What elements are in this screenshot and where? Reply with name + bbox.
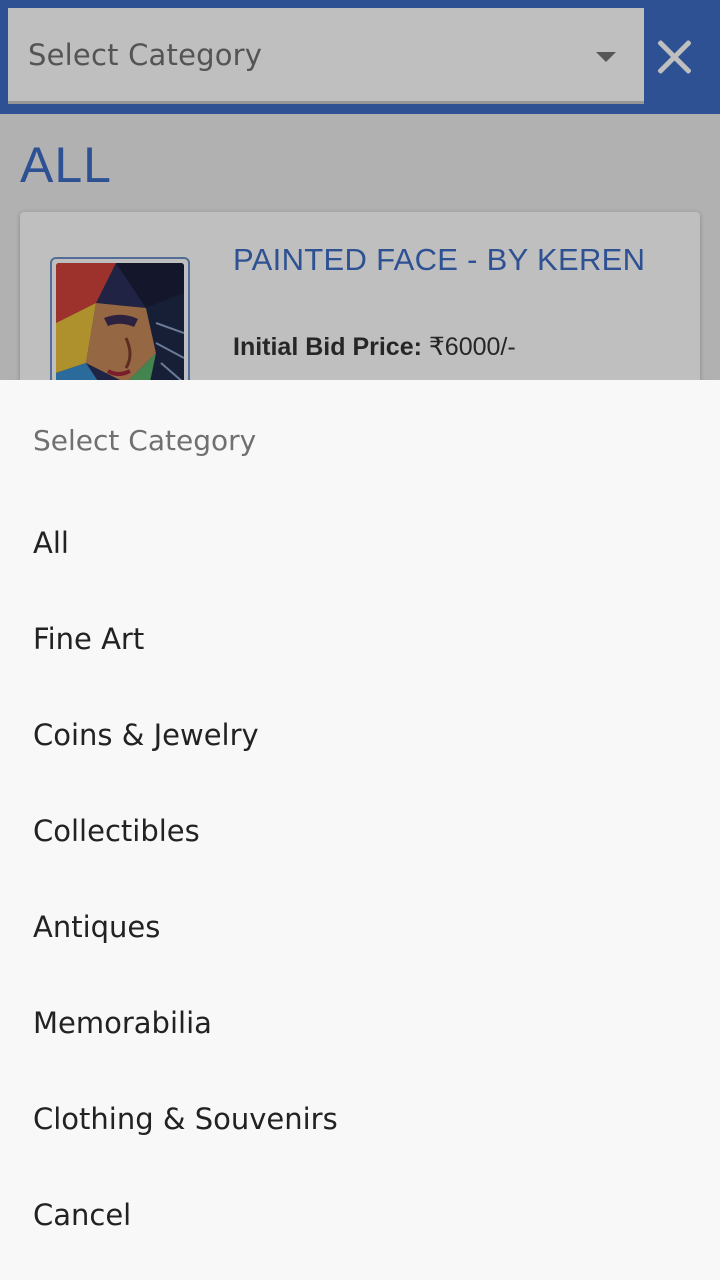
option-memorabilia[interactable]: Memorabilia (0, 976, 720, 1072)
option-all[interactable]: All (0, 496, 720, 592)
option-antiques[interactable]: Antiques (0, 880, 720, 976)
option-label: Collectibles (33, 814, 200, 848)
dim-overlay[interactable] (0, 0, 720, 380)
category-bottom-sheet: Select Category All Fine Art Coins & Jew… (0, 380, 720, 1280)
option-label: Coins & Jewelry (33, 718, 259, 752)
option-label: All (33, 526, 69, 560)
option-fine-art[interactable]: Fine Art (0, 592, 720, 688)
option-label: Fine Art (33, 622, 145, 656)
option-label: Antiques (33, 910, 161, 944)
option-label: Memorabilia (33, 1006, 212, 1040)
option-collectibles[interactable]: Collectibles (0, 784, 720, 880)
sheet-title: Select Category (33, 424, 257, 457)
option-coins-jewelry[interactable]: Coins & Jewelry (0, 688, 720, 784)
option-label: Clothing & Souvenirs (33, 1102, 338, 1136)
cancel-button[interactable]: Cancel (0, 1168, 720, 1264)
option-clothing-souvenirs[interactable]: Clothing & Souvenirs (0, 1072, 720, 1168)
cancel-label: Cancel (33, 1198, 132, 1232)
